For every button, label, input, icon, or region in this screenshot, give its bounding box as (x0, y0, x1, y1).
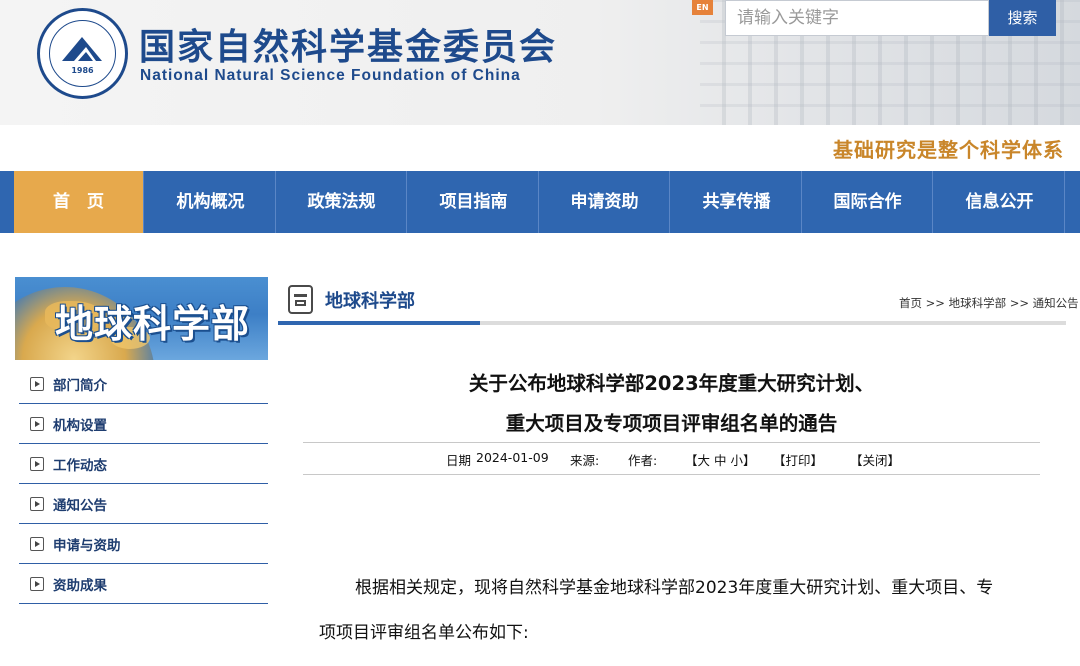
nav-item-apply[interactable]: 申请资助 (540, 171, 670, 233)
nav-item-guide[interactable]: 项目指南 (409, 171, 539, 233)
font-size-control[interactable]: 【大 中 小】 (685, 450, 755, 469)
sidebar-item-label: 机构设置 (53, 418, 107, 434)
nsfc-logo[interactable]: 1986 (37, 8, 128, 99)
article-body-line1: 根据相关规定，现将自然科学基金地球科学部2023年度重大研究计划、重大项目、专 (355, 578, 994, 598)
sidebar-item-funding[interactable]: 申请与资助 (19, 524, 268, 564)
department-banner: 地球科学部 (15, 277, 268, 360)
author-label: 作者: (628, 453, 658, 468)
source-label: 来源: (570, 453, 600, 468)
nav-item-share[interactable]: 共享传播 (672, 171, 802, 233)
nav-item-about[interactable]: 机构概况 (146, 171, 276, 233)
icon-bar (294, 294, 307, 297)
sidebar-item-label: 申请与资助 (53, 538, 121, 554)
nav-item-home[interactable]: 首 页 (14, 171, 144, 233)
nav-item-policy[interactable]: 政策法规 (277, 171, 407, 233)
close-button[interactable]: 【关闭】 (850, 450, 900, 469)
play-arrow-icon (30, 377, 44, 391)
sidebar-item-label: 资助成果 (53, 578, 107, 594)
section-divider (278, 321, 1066, 325)
meta-divider-bottom (303, 474, 1040, 475)
site-header: 1986 国家自然科学基金委员会 National Natural Scienc… (0, 0, 1080, 125)
sidebar-item-label: 通知公告 (53, 498, 107, 514)
play-arrow-icon (30, 497, 44, 511)
article-title-line2: 重大项目及专项项目评审组名单的通告 (505, 412, 838, 435)
sidebar-item-structure[interactable]: 机构设置 (19, 404, 268, 444)
sidebar-item-intro[interactable]: 部门简介 (19, 364, 268, 404)
english-version-link[interactable]: EN (692, 0, 713, 15)
article-title-line1: 关于公布地球科学部2023年度重大研究计划、 (468, 372, 875, 395)
site-title-cn[interactable]: 国家自然科学基金委员会 (139, 18, 557, 70)
play-arrow-icon (30, 577, 44, 591)
section-title: 地球科学部 (325, 291, 415, 312)
scrolling-slogan: 基础研究是整个科学体系 (833, 138, 1064, 162)
search-input[interactable] (725, 0, 989, 36)
search-button[interactable]: 搜索 (989, 0, 1056, 36)
sidebar-item-label: 部门简介 (53, 378, 107, 394)
section-divider-accent (278, 321, 480, 325)
nav-item-disclosure[interactable]: 信息公开 (935, 171, 1065, 233)
print-button[interactable]: 【打印】 (773, 450, 823, 469)
icon-box (295, 300, 306, 306)
meta-divider-top (303, 442, 1040, 443)
play-arrow-icon (30, 537, 44, 551)
logo-mountain-icon (62, 37, 102, 61)
sidebar-item-results[interactable]: 资助成果 (19, 564, 268, 604)
section-document-icon (288, 285, 313, 314)
site-title-en[interactable]: National Natural Science Foundation of C… (140, 67, 521, 85)
logo-year: 1986 (71, 66, 94, 75)
sidebar-item-notices[interactable]: 通知公告 (19, 484, 268, 524)
main-nav: 首 页 机构概况 政策法规 项目指南 申请资助 共享传播 国际合作 信息公开 (0, 171, 1080, 233)
department-banner-title: 地球科学部 (55, 302, 251, 346)
date-label: 日期 (446, 453, 472, 468)
play-arrow-icon (30, 417, 44, 431)
sidebar-item-news[interactable]: 工作动态 (19, 444, 268, 484)
nav-item-intl[interactable]: 国际合作 (803, 171, 933, 233)
play-arrow-icon (30, 457, 44, 471)
nav-lead-space (0, 171, 14, 233)
article-body-line2: 项项目评审组名单公布如下: (319, 623, 529, 643)
sidebar-item-label: 工作动态 (53, 458, 107, 474)
article-date: 2024-01-09 (476, 450, 549, 465)
sidebar-menu: 部门简介 机构设置 工作动态 通知公告 申请与资助 资助成果 (19, 364, 268, 604)
breadcrumb[interactable]: 首页 >> 地球科学部 >> 通知公告 (899, 295, 1079, 311)
